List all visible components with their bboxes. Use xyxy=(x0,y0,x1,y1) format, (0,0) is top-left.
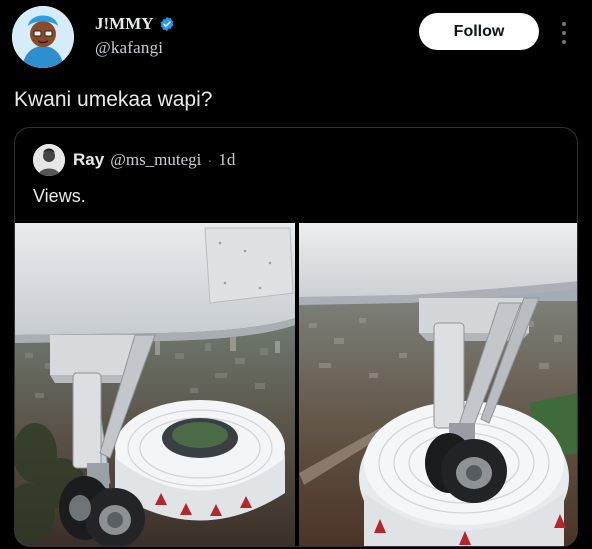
tweet-text: Kwani umekaa wapi? xyxy=(14,88,213,111)
quoted-tweet-text: Views. xyxy=(33,186,86,206)
tweet-header: J!MMY @kafangi Follow xyxy=(0,0,592,70)
author-avatar[interactable] xyxy=(12,6,74,68)
separator-dot: · xyxy=(207,151,213,169)
media-image-right[interactable] xyxy=(299,223,577,546)
author-display-name[interactable]: J!MMY xyxy=(95,14,175,34)
more-vertical-icon[interactable] xyxy=(556,22,572,44)
quoted-author-name[interactable]: Ray xyxy=(73,150,104,170)
follow-button[interactable]: Follow xyxy=(419,13,539,50)
quoted-timestamp[interactable]: 1d xyxy=(218,150,235,170)
verified-badge-icon xyxy=(160,17,173,31)
quoted-tweet[interactable]: Ray @ms_mutegi · 1d Views. xyxy=(14,127,578,547)
quoted-tweet-header: Ray @ms_mutegi · 1d xyxy=(33,144,235,176)
quoted-author-avatar[interactable] xyxy=(33,144,65,176)
author-name-block: J!MMY @kafangi xyxy=(95,14,175,58)
quoted-author-handle[interactable]: @ms_mutegi xyxy=(110,150,201,170)
author-handle[interactable]: @kafangi xyxy=(95,38,175,58)
quoted-media-grid xyxy=(15,223,577,546)
media-image-left[interactable] xyxy=(15,223,295,546)
author-display-name-text[interactable]: J!MMY xyxy=(95,14,154,34)
